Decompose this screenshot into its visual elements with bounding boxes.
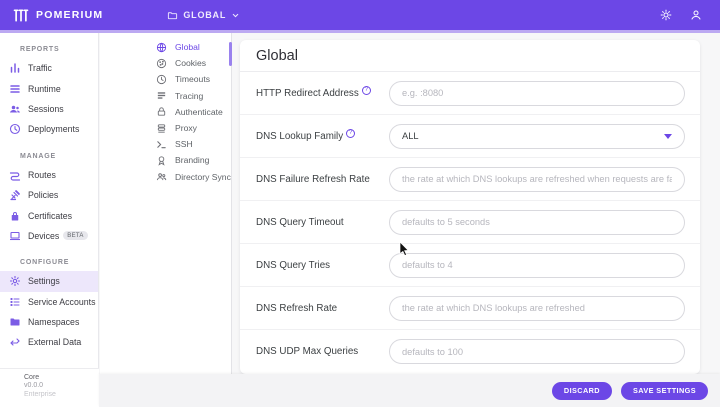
person-icon[interactable] (690, 9, 702, 21)
sidebar-item-deployments[interactable]: Deployments (0, 119, 98, 139)
dns-query-tries-input[interactable] (389, 252, 685, 278)
subnav-item-authenticate[interactable]: Authenticate (100, 104, 231, 120)
swap-arrows-icon (9, 336, 21, 348)
sidebar-item-namespaces[interactable]: Namespaces (0, 312, 98, 332)
field-dns-lookup-family: DNS Lookup Family ? ALL (240, 115, 700, 158)
sidebar-item-settings[interactable]: Settings (0, 271, 98, 292)
subnav-item-proxy[interactable]: Proxy (100, 120, 231, 136)
dns-failure-refresh-rate-input[interactable] (389, 166, 685, 192)
discard-button[interactable]: DISCARD (551, 381, 612, 400)
caret-down-icon (664, 133, 672, 139)
cookie-icon (156, 58, 167, 69)
field-label: HTTP Redirect Address (256, 87, 359, 99)
clock-icon (156, 74, 167, 85)
sidebar-section-configure: CONFIGURE (20, 259, 70, 267)
brand-name: POMERIUM (36, 9, 104, 21)
sidebar-item-certificates[interactable]: Certificates (0, 205, 98, 225)
sidebar: REPORTS Traffic Runtime Sessions Deploym… (0, 33, 99, 407)
field-label: DNS Query Timeout (256, 216, 344, 228)
sidebar-item-routes[interactable]: Routes (0, 165, 98, 185)
ribbon-icon (156, 155, 167, 166)
accounts-list-icon (9, 296, 21, 308)
field-dns-udp-max-queries: DNS UDP Max Queries (240, 330, 700, 373)
sidebar-section-reports: REPORTS (20, 46, 60, 53)
people-icon (9, 103, 21, 115)
dns-refresh-rate-input[interactable] (389, 295, 685, 321)
sidebar-item-external-data[interactable]: External Data (0, 332, 98, 352)
http-redirect-address-input[interactable] (389, 80, 685, 106)
subnav-item-directory-sync[interactable]: Directory Sync (100, 169, 231, 185)
subnav-item-global[interactable]: Global (100, 39, 232, 66)
header-accent-strip (0, 30, 720, 33)
field-dns-failure-refresh-rate: DNS Failure Refresh Rate (240, 158, 700, 201)
subnav-item-branding[interactable]: Branding (100, 152, 231, 168)
padlock-icon (156, 106, 167, 117)
sidebar-item-sessions[interactable]: Sessions (0, 99, 98, 119)
field-label: DNS Refresh Rate (256, 302, 338, 314)
pomerium-logo-icon (13, 8, 29, 22)
route-icon (9, 169, 21, 181)
subnav-item-timeouts[interactable]: Timeouts (100, 71, 231, 87)
namespace-selector[interactable]: GLOBAL (161, 7, 246, 24)
bar-chart-icon (9, 62, 21, 74)
settings-subnav: Global Cookies Timeouts Tracing Authenti… (100, 33, 232, 374)
globe-icon (156, 42, 167, 53)
dns-udp-max-queries-input[interactable] (389, 339, 685, 364)
sidebar-footer: Core v0.0.0 Enterprise (0, 368, 99, 407)
field-label: DNS Query Tries (256, 259, 331, 271)
action-bar: DISCARD SAVE SETTINGS (99, 374, 720, 407)
folder-icon (9, 316, 21, 328)
subnav-item-ssh[interactable]: SSH (100, 136, 231, 152)
brand: POMERIUM (0, 8, 104, 22)
gear-icon (9, 275, 21, 287)
field-dns-query-timeout: DNS Query Timeout (240, 201, 700, 244)
laptop-icon (9, 230, 21, 242)
subnav-item-tracing[interactable]: Tracing (100, 88, 231, 104)
product-name: Core (24, 374, 40, 381)
beta-badge: BETA (63, 231, 88, 241)
field-label: DNS Lookup Family (256, 130, 344, 142)
subnav-item-cookies[interactable]: Cookies (100, 55, 231, 71)
chevron-down-icon (231, 11, 240, 20)
field-label: DNS UDP Max Queries (256, 346, 359, 357)
runtime-list-icon (9, 83, 21, 95)
product-version: v0.0.0 (24, 382, 44, 389)
dns-lookup-family-select[interactable]: ALL (389, 123, 685, 149)
people-group-icon (156, 171, 167, 182)
sidebar-item-policies[interactable]: Policies (0, 185, 98, 205)
global-settings-card: Global HTTP Redirect Address ? DNS Looku… (240, 40, 700, 374)
pomerium-console: POMERIUM GLOBAL REPORTS Traffic Runtime … (0, 0, 720, 407)
sidebar-item-runtime[interactable]: Runtime (0, 78, 98, 98)
help-icon[interactable]: ? (346, 128, 356, 138)
save-settings-button[interactable]: SAVE SETTINGS (620, 381, 708, 400)
help-icon[interactable]: ? (361, 85, 371, 95)
history-clock-icon (9, 123, 21, 135)
sidebar-section-manage: MANAGE (20, 152, 56, 160)
app-header: POMERIUM GLOBAL (0, 0, 720, 30)
sidebar-item-traffic[interactable]: Traffic (0, 58, 98, 78)
gavel-icon (9, 189, 21, 201)
field-dns-query-tries: DNS Query Tries (240, 244, 700, 287)
selected-value: ALL (402, 131, 419, 141)
lock-icon (9, 210, 21, 222)
sidebar-item-service-accounts[interactable]: Service Accounts (0, 292, 98, 312)
header-actions (660, 9, 720, 21)
gear-icon[interactable] (660, 9, 672, 21)
product-secondary: Enterprise (24, 391, 56, 398)
tracing-bars-icon (156, 90, 167, 101)
page-title: Global (240, 40, 700, 72)
field-http-redirect-address: HTTP Redirect Address ? (240, 72, 700, 115)
folder-icon (167, 10, 178, 21)
namespace-label: GLOBAL (183, 10, 227, 20)
field-dns-refresh-rate: DNS Refresh Rate (240, 287, 700, 330)
dns-query-timeout-input[interactable] (389, 209, 685, 235)
terminal-icon (156, 139, 167, 150)
field-label: DNS Failure Refresh Rate (256, 173, 370, 185)
server-stack-icon (156, 123, 167, 134)
sidebar-item-devices[interactable]: Devices BETA (0, 226, 98, 246)
